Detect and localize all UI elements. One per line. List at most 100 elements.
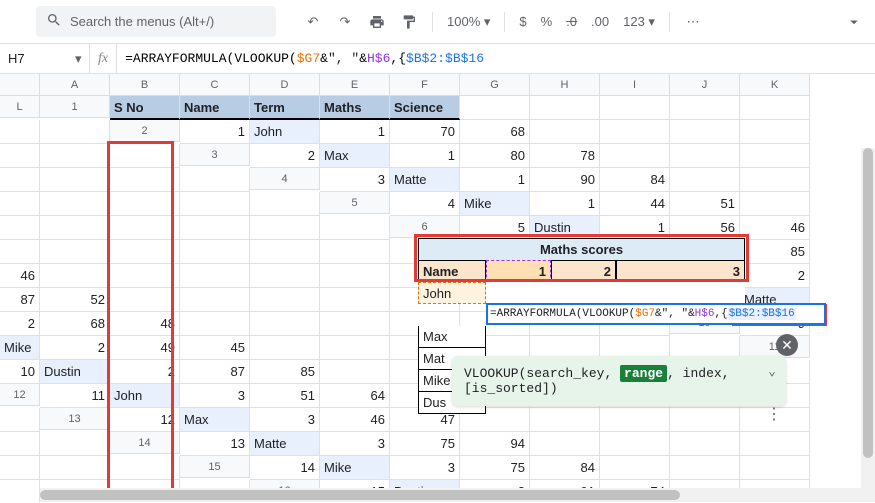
- row-header-14[interactable]: 14: [110, 432, 180, 454]
- row-header-15[interactable]: 15: [180, 456, 250, 478]
- empty-cell[interactable]: [670, 144, 740, 168]
- empty-cell[interactable]: [320, 216, 390, 240]
- empty-cell[interactable]: [40, 456, 110, 480]
- cell-term[interactable]: 1: [460, 168, 530, 192]
- empty-cell[interactable]: [320, 240, 390, 264]
- empty-cell[interactable]: [600, 120, 670, 144]
- redo-button[interactable]: ↷: [332, 9, 358, 35]
- empty-cell[interactable]: [740, 144, 810, 168]
- column-header-I[interactable]: I: [600, 74, 670, 96]
- empty-cell[interactable]: [110, 216, 180, 240]
- cell-term[interactable]: 1: [390, 144, 460, 168]
- empty-cell[interactable]: [0, 408, 40, 432]
- cell-maths[interactable]: 90: [530, 168, 600, 192]
- cell-science[interactable]: 84: [530, 456, 600, 480]
- cell-sno[interactable]: 11: [40, 384, 110, 408]
- cell-term[interactable]: 3: [390, 456, 460, 480]
- name-box[interactable]: H7: [0, 51, 75, 66]
- cell-sno[interactable]: 14: [250, 456, 320, 480]
- row-header-6[interactable]: 6: [390, 216, 460, 238]
- empty-cell[interactable]: [0, 192, 40, 216]
- cell-maths[interactable]: 75: [460, 456, 530, 480]
- empty-cell[interactable]: [180, 288, 250, 312]
- row-header-13[interactable]: 13: [40, 408, 110, 430]
- cell-science[interactable]: 46: [740, 216, 810, 240]
- more-toolbar-button[interactable]: ⋯: [680, 9, 706, 35]
- empty-cell[interactable]: [740, 432, 810, 456]
- empty-cell[interactable]: [740, 192, 810, 216]
- empty-cell[interactable]: [250, 240, 320, 264]
- column-header-C[interactable]: C: [180, 74, 250, 96]
- cell-name[interactable]: Mike: [0, 336, 40, 360]
- float-name-max[interactable]: Max: [418, 326, 486, 348]
- empty-cell[interactable]: [250, 336, 320, 360]
- cell-science[interactable]: 78: [530, 144, 600, 168]
- empty-cell[interactable]: [740, 120, 810, 144]
- empty-cell[interactable]: [670, 456, 740, 480]
- cell-maths[interactable]: 51: [250, 384, 320, 408]
- cell-maths[interactable]: 68: [40, 312, 110, 336]
- empty-cell[interactable]: [180, 216, 250, 240]
- empty-cell[interactable]: [110, 288, 180, 312]
- row-header-4[interactable]: 4: [250, 168, 320, 190]
- column-header-K[interactable]: K: [740, 74, 810, 96]
- header-term[interactable]: Term: [250, 96, 320, 120]
- cell-sno[interactable]: 2: [250, 144, 320, 168]
- zoom-dropdown[interactable]: 100% ▾: [443, 12, 494, 32]
- cell-term[interactable]: 1: [320, 120, 390, 144]
- cell-science[interactable]: 45: [180, 336, 250, 360]
- cell-name[interactable]: John: [250, 120, 320, 144]
- empty-cell[interactable]: [0, 120, 40, 144]
- cell-science[interactable]: 94: [460, 432, 530, 456]
- header-sno[interactable]: S No: [110, 96, 180, 120]
- empty-cell[interactable]: [740, 168, 810, 192]
- cell-science[interactable]: 46: [0, 264, 40, 288]
- empty-cell[interactable]: [40, 216, 110, 240]
- cell-sno[interactable]: 5: [460, 216, 530, 240]
- empty-cell[interactable]: [250, 288, 320, 312]
- empty-cell[interactable]: [0, 432, 40, 456]
- empty-cell[interactable]: [600, 456, 670, 480]
- cell-term[interactable]: 1: [600, 216, 670, 240]
- cell-science[interactable]: 85: [250, 360, 320, 384]
- decrease-decimal-button[interactable]: .0: [562, 12, 581, 31]
- name-box-dropdown[interactable]: ▾: [75, 51, 89, 67]
- cell-sno[interactable]: 13: [180, 432, 250, 456]
- empty-cell[interactable]: [0, 480, 40, 502]
- cell-term[interactable]: 3: [250, 408, 320, 432]
- empty-cell[interactable]: [0, 240, 40, 264]
- empty-cell[interactable]: [250, 192, 320, 216]
- empty-cell[interactable]: [0, 216, 40, 240]
- float-name-header[interactable]: Name: [418, 260, 486, 282]
- float-col-1[interactable]: 1: [486, 260, 551, 282]
- cell-science[interactable]: 64: [320, 384, 390, 408]
- empty-cell[interactable]: [670, 120, 740, 144]
- vertical-scrollbar[interactable]: [861, 148, 875, 502]
- hint-close-button[interactable]: ✕: [776, 334, 798, 356]
- number-format-dropdown[interactable]: 123 ▾: [619, 12, 659, 32]
- empty-cell[interactable]: [530, 432, 600, 456]
- hint-expand-button[interactable]: ⌄: [768, 364, 776, 379]
- float-col-2[interactable]: 2: [551, 260, 616, 282]
- empty-cell[interactable]: [250, 312, 320, 336]
- cell-name[interactable]: Mike: [320, 456, 390, 480]
- empty-cell[interactable]: [40, 144, 110, 168]
- select-all-corner[interactable]: [0, 74, 40, 96]
- cell-science[interactable]: 48: [110, 312, 180, 336]
- empty-cell[interactable]: [530, 408, 600, 432]
- cell-sno[interactable]: 4: [390, 192, 460, 216]
- header-maths[interactable]: Maths: [320, 96, 390, 120]
- cell-maths[interactable]: 44: [600, 192, 670, 216]
- cell-term[interactable]: 1: [530, 192, 600, 216]
- currency-button[interactable]: $: [515, 12, 530, 31]
- row-header-5[interactable]: 5: [320, 192, 390, 214]
- empty-cell[interactable]: [670, 408, 740, 432]
- empty-cell[interactable]: [180, 192, 250, 216]
- sheet-area[interactable]: ABCDEFGHIJKL1S NoNameTermMathsScience21J…: [0, 74, 875, 502]
- empty-cell[interactable]: [670, 432, 740, 456]
- column-header-A[interactable]: A: [40, 74, 110, 96]
- empty-cell[interactable]: [670, 96, 740, 120]
- cell-maths[interactable]: 75: [390, 432, 460, 456]
- increase-decimal-button[interactable]: .00: [587, 12, 613, 31]
- empty-cell[interactable]: [40, 264, 110, 288]
